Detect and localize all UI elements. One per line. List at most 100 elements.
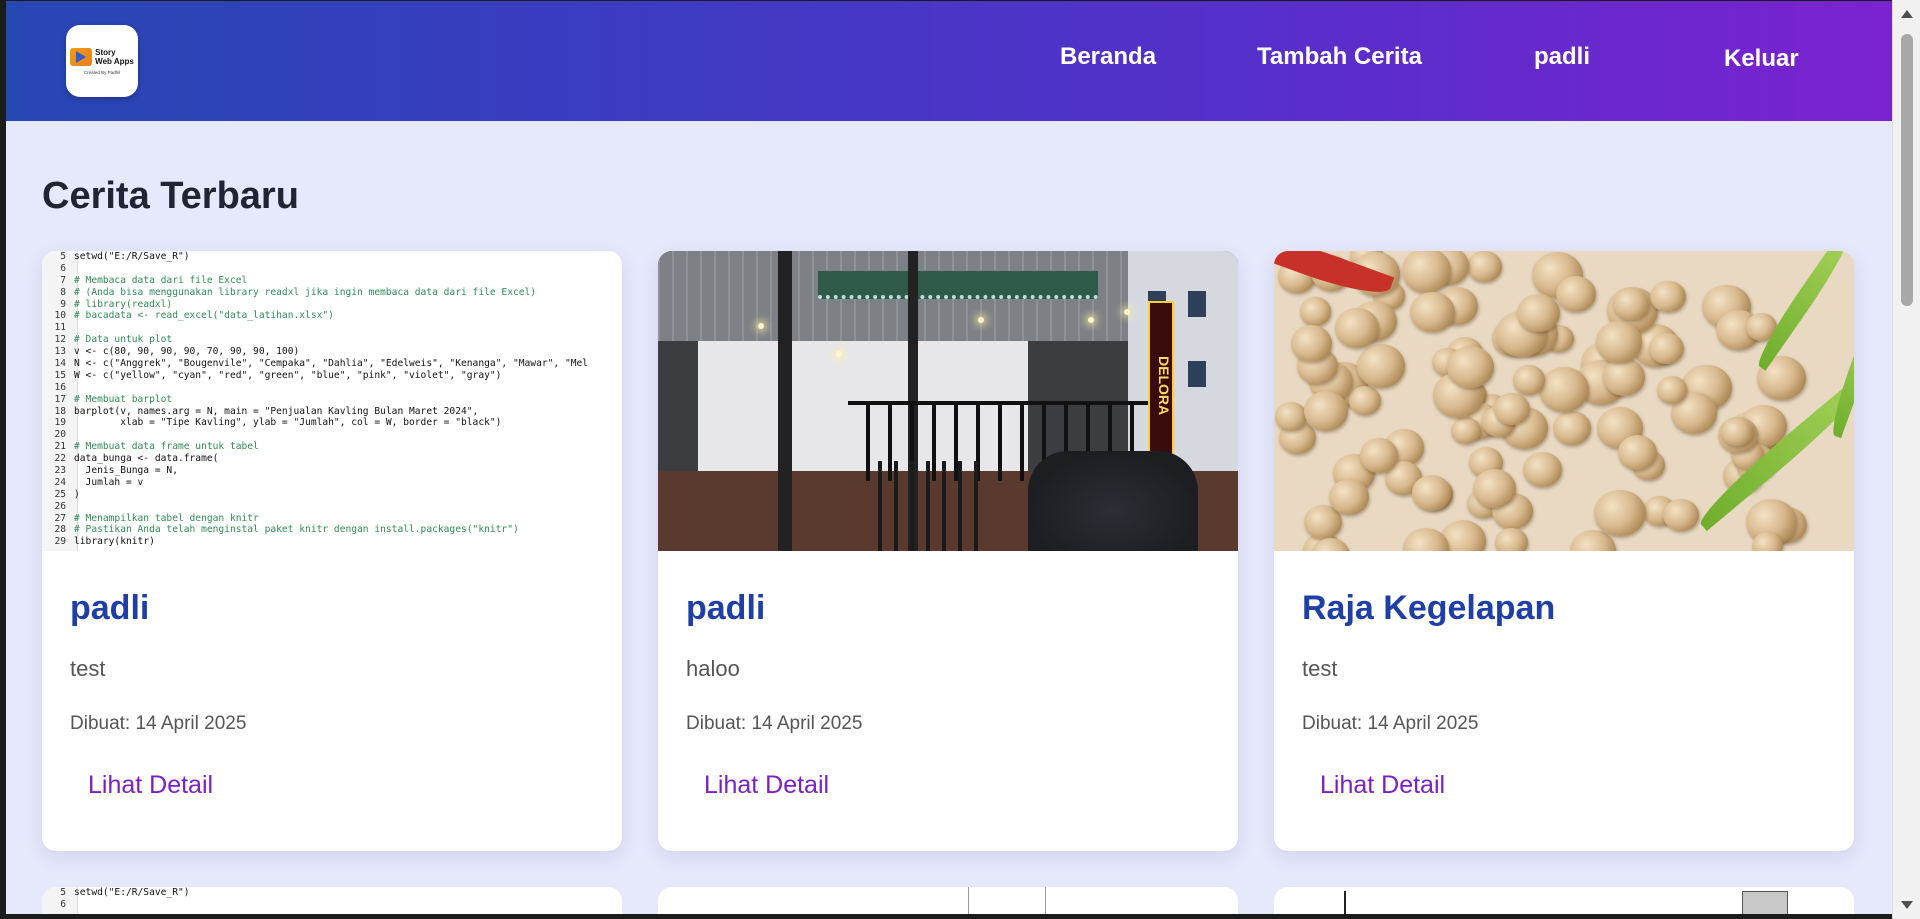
nut-shape [1291, 324, 1332, 362]
code-text: setwd("E:/R/Save_R") [74, 887, 190, 898]
restaurant-sign: DELORA [1148, 301, 1174, 471]
nut-shape [1494, 392, 1530, 425]
line-number: 5 [60, 251, 66, 262]
code-line: 18 barplot(v, names.arg = N, main = "Penj… [42, 406, 622, 418]
story-image-nuts[interactable] [1274, 251, 1854, 551]
code-text: # bacadata <- read_excel("data_latihan.x… [74, 310, 334, 322]
view-detail-link[interactable]: Lihat Detail [1320, 771, 1445, 800]
code-text: Jenis_Bunga = N, [74, 465, 178, 477]
nut-shape [1329, 478, 1370, 516]
view-detail-link[interactable]: Lihat Detail [704, 771, 829, 800]
nut-shape [1613, 288, 1649, 321]
page-viewport: Story Web Apps Created By Padhil Beranda… [6, 1, 1892, 914]
line-number: 14 [54, 358, 66, 370]
nut-shape [1410, 292, 1455, 333]
line-number: 16 [54, 381, 66, 393]
story-image-code[interactable]: 5 setwd("E:/R/Save_R") 6 7 # Membaca data da… [42, 251, 622, 551]
nut-shape [1303, 390, 1349, 431]
line-number: 15 [54, 369, 66, 381]
nut-shape [1274, 402, 1307, 431]
code-line: 14 N <- c("Anggrek", "Bougenvile", "Cempa… [42, 358, 622, 370]
site-header: Story Web Apps Created By Padhil Beranda… [6, 1, 1892, 121]
nut-shape [1446, 346, 1494, 389]
nav-keluar[interactable]: Keluar [1724, 45, 1799, 73]
nav-beranda[interactable]: Beranda [1060, 43, 1156, 71]
line-number: 17 [54, 393, 66, 405]
code-line: 15 W <- c("yellow", "cyan", "red", "green… [42, 370, 622, 382]
story-title: padli [70, 589, 150, 627]
code-text: # Data untuk plot [74, 334, 173, 346]
nut-shape [1451, 416, 1482, 444]
code-text: setwd("E:/R/Save_R") [74, 251, 190, 262]
nut-shape [1662, 498, 1699, 531]
nav-user-padli[interactable]: padli [1534, 43, 1590, 71]
line-number: 18 [54, 405, 66, 417]
scroll-down-icon[interactable] [1901, 901, 1913, 909]
nut-shape [1401, 251, 1452, 294]
nut-shape [1512, 365, 1545, 395]
code-listing: 5 setwd("E:/R/Save_R") 6 7 # Membaca data da… [42, 251, 622, 548]
story-card-peek[interactable] [658, 887, 1238, 914]
line-number: 11 [54, 322, 66, 334]
code-line: 25) [42, 489, 622, 501]
code-text: ) [74, 488, 80, 500]
nut-shape [1472, 468, 1517, 508]
line-number: 13 [54, 346, 66, 358]
nut-shape [1411, 475, 1451, 511]
code-text: barplot(v, names.arg = N, main = "Penjua… [74, 405, 479, 417]
nut-shape [1522, 451, 1562, 488]
view-detail-link[interactable]: Lihat Detail [88, 771, 213, 800]
code-line: 5 setwd("E:/R/Save_R") [42, 251, 622, 263]
code-line: 11 [42, 322, 622, 334]
code-line: 20 [42, 429, 622, 441]
code-text: data_bunga <- data.frame( [74, 453, 219, 465]
code-text: Jumlah = v [74, 476, 144, 488]
code-line: 17 # Membuat barplot [42, 394, 622, 406]
nut-shape [1359, 438, 1399, 473]
nut-shape [1356, 344, 1405, 388]
line-number: 6 [60, 898, 66, 910]
code-line: 22 data_bunga <- data.frame( [42, 453, 622, 465]
nut-shape [1553, 411, 1591, 445]
nut-shape [1650, 280, 1686, 313]
code-line: 5 setwd("E:/R/Save_R") [42, 887, 622, 899]
code-line: 8 # (Anda bisa menggunakan library readxl… [42, 287, 622, 299]
nav-tambah-cerita[interactable]: Tambah Cerita [1257, 43, 1422, 71]
code-line: 6 [42, 899, 622, 911]
code-line: 10 # bacadata <- read_excel("data_latihan… [42, 310, 622, 322]
story-date: Dibuat: 14 April 2025 [1302, 713, 1479, 734]
code-line: 29 library(knitr) [42, 536, 622, 548]
nut-shape [1348, 386, 1381, 416]
code-text: # library(readxl) [74, 298, 173, 310]
nut-shape [1721, 417, 1753, 447]
scrollbar-thumb[interactable] [1901, 34, 1913, 306]
code-text: xlab = "Tipe Kavling", ylab = "Jumlah", … [74, 417, 502, 429]
story-date: Dibuat: 14 April 2025 [686, 713, 863, 734]
line-number: 25 [54, 488, 66, 500]
nut-shape [1466, 251, 1502, 282]
nut-shape [1538, 367, 1589, 413]
nut-shape [1334, 308, 1380, 349]
code-text: # Menampilkan tabel dengan knitr [74, 512, 259, 524]
nut-shape [1594, 489, 1647, 537]
line-number: 19 [54, 417, 66, 429]
story-card-peek[interactable] [1274, 887, 1854, 914]
story-card-peek[interactable]: 5 setwd("E:/R/Save_R") 6 [42, 887, 622, 914]
code-line: 23 Jenis_Bunga = N, [42, 465, 622, 477]
code-text: # Membuat data frame untuk tabel [74, 441, 259, 453]
nut-shape [1657, 376, 1688, 404]
vertical-scrollbar[interactable] [1892, 0, 1920, 919]
line-number: 29 [54, 536, 66, 548]
scroll-up-icon[interactable] [1901, 10, 1913, 18]
story-image-restaurant[interactable]: DELORA [658, 251, 1238, 551]
code-line: 27 # Menampilkan tabel dengan knitr [42, 513, 622, 525]
code-line: 21 # Membuat data frame untuk tabel [42, 441, 622, 453]
nut-shape [1517, 293, 1560, 332]
story-date: Dibuat: 14 April 2025 [70, 713, 247, 734]
story-description: haloo [686, 656, 740, 681]
code-text: N <- c("Anggrek", "Bougenvile", "Cempaka… [74, 358, 589, 370]
code-line: 13 v <- c(80, 90, 90, 90, 70, 90, 90, 100… [42, 346, 622, 358]
line-number: 23 [54, 465, 66, 477]
code-line: 12 # Data untuk plot [42, 334, 622, 346]
code-line: 9 # library(readxl) [42, 299, 622, 311]
